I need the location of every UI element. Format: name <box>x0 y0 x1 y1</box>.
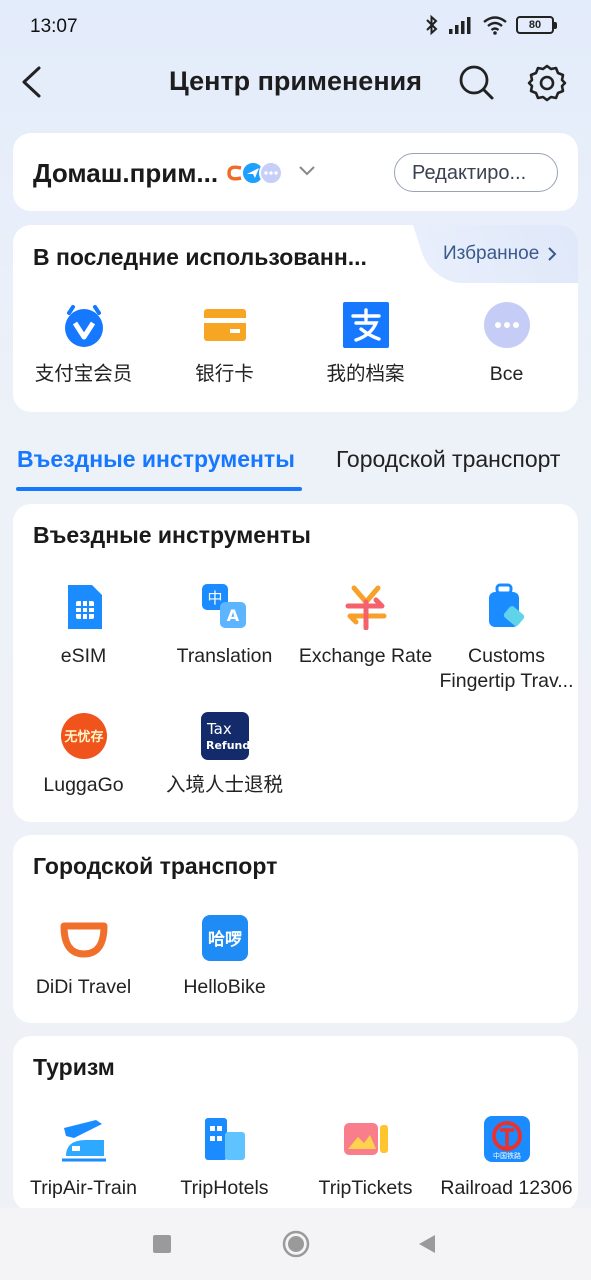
app-my-profile[interactable]: 我的档案 <box>295 300 436 387</box>
didi-icon <box>59 913 109 963</box>
app-bank-card[interactable]: 银行卡 <box>154 300 295 387</box>
search-button[interactable] <box>456 62 496 102</box>
back-nav-button[interactable] <box>416 1233 438 1255</box>
svg-text:中: 中 <box>207 589 222 607</box>
system-nav-bar <box>0 1208 591 1280</box>
app-tax-refund[interactable]: Tax Refund 入境人士退税 <box>154 711 295 798</box>
chevron-down-icon[interactable] <box>297 161 317 181</box>
app-hellobike[interactable]: 哈啰 HelloBike <box>154 913 295 1000</box>
section-title: Туризм <box>33 1054 115 1080</box>
more-mini-icon <box>259 161 283 185</box>
app-header: Центр применения <box>0 52 591 112</box>
app-label: Exchange Rate <box>298 645 433 667</box>
app-all[interactable]: Все <box>436 300 577 387</box>
chevron-right-icon <box>548 247 557 261</box>
app-exchange-rate[interactable]: Exchange Rate <box>295 582 436 669</box>
app-label: Translation <box>176 645 273 667</box>
alipay-profile-icon <box>341 300 391 350</box>
tax-icon-text: Tax <box>206 720 232 738</box>
ticket-icon <box>341 1114 391 1164</box>
refund-icon-text: Refund <box>206 739 249 752</box>
app-label: 银行卡 <box>195 363 254 385</box>
city-transport-section: Городской транспорт DiDi Travel 哈啰 Hello… <box>13 835 578 1023</box>
app-label: eSIM <box>60 645 107 667</box>
more-icon <box>482 300 532 350</box>
entry-tools-section: Въездные инструменты eSIM 中 A Translatio… <box>13 504 578 822</box>
app-trip-hotels[interactable]: TripHotels <box>154 1114 295 1201</box>
home-apps-title[interactable]: Домаш.прим... <box>33 158 218 189</box>
tab-entry-tools[interactable]: Въездные инструменты <box>17 446 295 473</box>
translation-icon: 中 A <box>200 582 250 632</box>
app-label: 入境人士退税 <box>165 774 283 796</box>
section-title: Въездные инструменты <box>33 522 311 548</box>
app-label: Railroad 12306 <box>440 1177 573 1199</box>
edit-button[interactable]: Редактиро... <box>394 153 558 192</box>
plane-train-icon <box>59 1114 109 1164</box>
app-label: TripAir-Train <box>30 1177 137 1199</box>
category-tabs: Въездные инструменты Городской транспорт <box>0 438 591 492</box>
app-esim[interactable]: eSIM <box>13 582 154 669</box>
railway-icon: 中国铁路 <box>482 1114 532 1164</box>
railway-icon-text: 中国铁路 <box>493 1151 521 1160</box>
bank-card-icon <box>200 300 250 350</box>
app-luggago[interactable]: 无忧存 LuggaGo <box>13 711 154 798</box>
battery-icon: 80 <box>516 16 557 34</box>
tab-city-transport[interactable]: Городской транспорт <box>336 446 560 473</box>
hellobike-icon-text: 哈啰 <box>208 929 242 950</box>
page-title: Центр применения <box>169 66 422 96</box>
hellobike-icon: 哈啰 <box>200 913 250 963</box>
app-label: 我的档案 <box>326 363 405 385</box>
app-label: TripTickets <box>318 1177 413 1199</box>
app-translation[interactable]: 中 A Translation <box>154 582 295 669</box>
bluetooth-icon <box>426 14 438 36</box>
home-button[interactable] <box>282 1230 310 1258</box>
luggage-icon <box>482 582 532 632</box>
app-railroad-12306[interactable]: 中国铁路 Railroad 12306 <box>436 1114 577 1201</box>
app-customs[interactable]: Customs Fingertip Trav... <box>436 582 577 694</box>
tab-active-indicator <box>16 487 302 491</box>
alipay-member-icon <box>59 300 109 350</box>
status-time: 13:07 <box>30 16 78 37</box>
wifi-icon <box>483 16 507 35</box>
hotel-icon <box>200 1114 250 1164</box>
app-label: LuggaGo <box>43 774 124 796</box>
app-trip-tickets[interactable]: TripTickets <box>295 1114 436 1201</box>
sim-card-icon <box>59 582 109 632</box>
tax-refund-icon: Tax Refund <box>200 711 250 761</box>
app-label: Customs Fingertip Trav... <box>439 645 574 692</box>
recent-title: В последние использованн... <box>33 244 367 270</box>
app-label: HelloBike <box>183 976 266 998</box>
luggago-icon-text: 无忧存 <box>63 729 103 745</box>
app-alipay-member[interactable]: 支付宝会员 <box>13 300 154 387</box>
home-apps-card: Домаш.прим... Редактиро... <box>13 133 578 211</box>
app-label: DiDi Travel <box>35 976 132 998</box>
app-label: Все <box>489 363 524 385</box>
recent-apps-card: В последние использованн... Избранное 支付… <box>13 225 578 412</box>
battery-level: 80 <box>516 16 554 34</box>
app-label: TripHotels <box>180 1177 269 1199</box>
settings-button[interactable] <box>526 62 568 104</box>
svg-text:A: A <box>226 606 239 625</box>
favorites-label[interactable]: Избранное <box>443 243 539 265</box>
exchange-rate-icon <box>341 582 391 632</box>
status-icons: 80 <box>424 14 557 36</box>
signal-icon <box>449 17 471 34</box>
app-trip-air-train[interactable]: TripAir-Train <box>13 1114 154 1201</box>
luggago-icon: 无忧存 <box>59 711 109 761</box>
app-label: 支付宝会员 <box>34 363 133 385</box>
home-app-icons <box>223 161 283 185</box>
section-title: Городской транспорт <box>33 853 278 879</box>
recent-apps-button[interactable] <box>152 1234 172 1254</box>
status-bar: 13:07 80 <box>0 0 591 52</box>
tourism-section: Туризм TripAir-Train TripHotels TripTick… <box>13 1036 578 1211</box>
app-didi[interactable]: DiDi Travel <box>13 913 154 1000</box>
